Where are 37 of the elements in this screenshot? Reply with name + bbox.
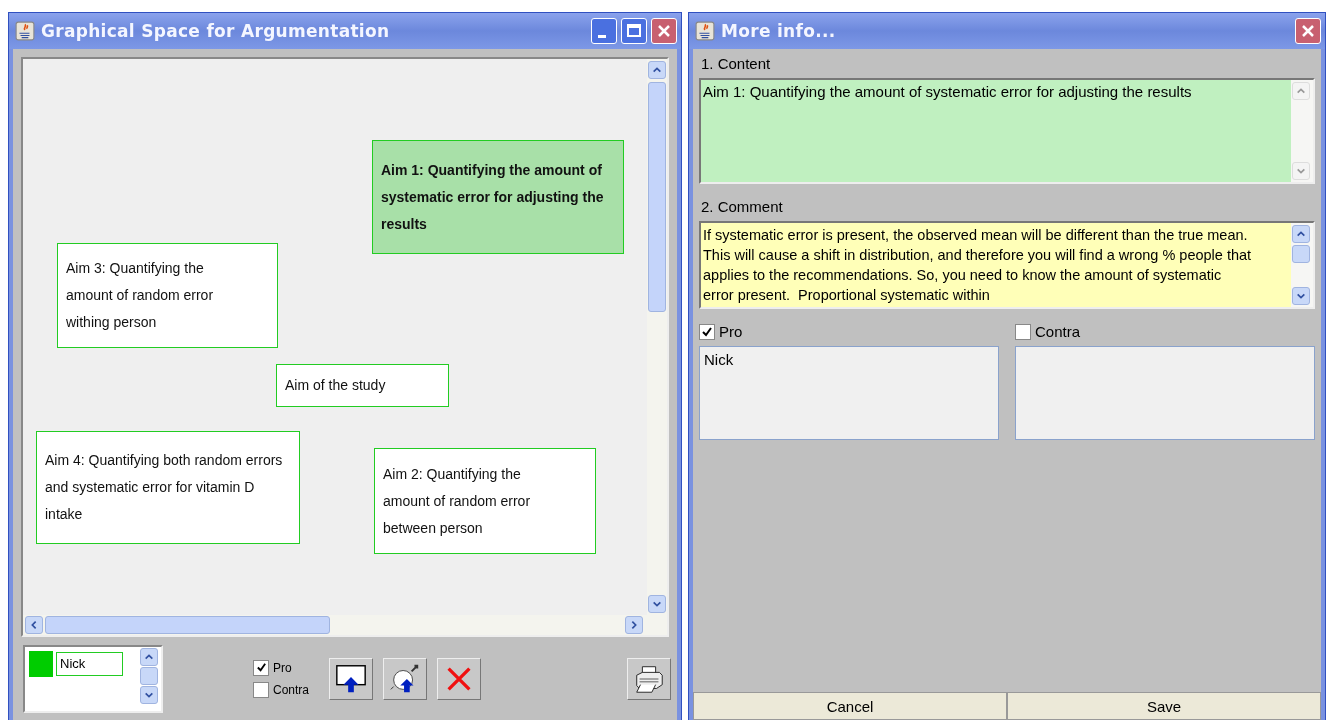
user-name[interactable]: Nick xyxy=(56,651,123,676)
horizontal-scrollbar[interactable] xyxy=(23,615,667,635)
save-button[interactable]: Save xyxy=(1007,692,1321,720)
supporter-name: Nick xyxy=(704,351,735,368)
vertical-scrollbar[interactable] xyxy=(1291,223,1313,307)
content-field[interactable]: Aim 1: Quantifying the amount of systematic error for adjusting the results xyxy=(699,78,1315,184)
window-title: Graphical Space for Argumentation xyxy=(41,21,390,41)
minimize-icon xyxy=(598,34,606,38)
argument-node[interactable]: Aim 1: Quantifying the amount of systematic error for adjusting the results xyxy=(372,140,624,254)
check-icon xyxy=(255,662,267,673)
vote-checkbox[interactable]: Contra xyxy=(1015,323,1315,340)
java-icon xyxy=(695,21,715,41)
argument-node[interactable]: Aim 2: Quantifying the amount of random error between person xyxy=(374,448,596,554)
vote-checkbox[interactable]: Pro xyxy=(699,323,999,340)
check-icon xyxy=(701,325,713,338)
maximize-button[interactable] xyxy=(621,18,647,44)
close-button[interactable] xyxy=(651,18,677,44)
filter-checkbox[interactable]: Pro xyxy=(253,659,310,676)
print-button[interactable] xyxy=(627,657,671,700)
add-link-button[interactable] xyxy=(383,657,428,700)
argument-node[interactable]: Aim of the study xyxy=(276,364,449,407)
filter-checkbox[interactable]: Contra xyxy=(253,681,310,698)
comment-field[interactable]: If systematic error is present, the observed mean will be different than the true mean. This will cause a shift in distribution, and therefore you will find a wrong % people that applies to the recommendations. So, you need to know the amount of systematic error present. Proportional systematic within xyxy=(699,221,1315,309)
delete-button[interactable] xyxy=(437,657,482,700)
scroll-thumb[interactable] xyxy=(1292,245,1310,263)
minimize-button[interactable] xyxy=(591,18,617,44)
close-button[interactable] xyxy=(1295,18,1321,44)
argument-node[interactable]: Aim 3: Quantifying the amount of random error withing person xyxy=(57,243,278,348)
vertical-scrollbar[interactable] xyxy=(1291,80,1313,182)
comment-label: 2. Comment xyxy=(701,198,784,215)
argument-node[interactable]: Aim 4: Quantifying both random errors and systematic error for vitamin D intake xyxy=(36,431,300,544)
java-icon xyxy=(15,21,35,41)
content-label: 1. Content xyxy=(701,55,772,72)
window-title: More info... xyxy=(721,21,836,41)
vertical-scrollbar[interactable] xyxy=(647,59,667,615)
cancel-button[interactable]: Cancel xyxy=(693,692,1007,720)
add-node-button[interactable] xyxy=(329,657,374,700)
